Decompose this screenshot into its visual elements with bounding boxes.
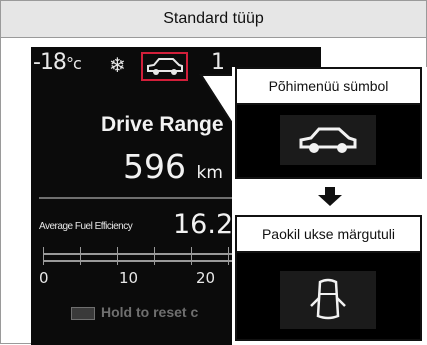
car-icon bbox=[299, 127, 357, 153]
scale-tick bbox=[80, 247, 81, 265]
range-unit: km bbox=[196, 163, 223, 183]
snowflake-icon: ❄ bbox=[109, 55, 126, 77]
scale-tick bbox=[43, 247, 44, 265]
door-warning-box: Paokil ukse märgutuli bbox=[235, 215, 422, 341]
scale-tick bbox=[191, 247, 192, 265]
main-menu-icon-area bbox=[280, 115, 376, 165]
door-warning-icon-area bbox=[280, 271, 376, 329]
hold-reset-hint: Hold to reset c bbox=[71, 304, 198, 320]
drive-range-value: 596 km bbox=[123, 147, 223, 186]
main-menu-symbol-box: Põhimenüü sümbol bbox=[235, 67, 422, 179]
temperature-unit: °c bbox=[65, 54, 82, 73]
range-number: 596 bbox=[123, 147, 186, 186]
scale-label: 20 bbox=[196, 269, 216, 287]
drive-range-label: Drive Range bbox=[101, 113, 224, 136]
hold-text: Hold to reset c bbox=[101, 304, 199, 320]
scale-tick bbox=[228, 247, 229, 265]
header-title: Standard tüüp bbox=[1, 1, 426, 38]
scale-tick bbox=[117, 247, 118, 265]
car-icon bbox=[147, 58, 183, 75]
main-menu-car-icon-highlight bbox=[141, 52, 188, 81]
door-warning-title: Paokil ukse märgutuli bbox=[237, 217, 420, 253]
temperature-value: -18 bbox=[33, 50, 67, 75]
outside-temperature: -18°c bbox=[33, 50, 82, 75]
scale-label: 10 bbox=[119, 269, 139, 287]
callout-panel: Põhimenüü sümbol Paokil ukse märgutuli bbox=[232, 67, 427, 345]
diagram-frame: Standard tüüp -18°c ❄ 1 Drive Range 596 … bbox=[0, 0, 427, 345]
top-number: 1 bbox=[211, 50, 225, 75]
fuel-efficiency-value: 16.2 bbox=[173, 209, 234, 240]
door-open-icon bbox=[310, 278, 346, 320]
arrow-down-icon bbox=[318, 187, 342, 206]
scale-label: 0 bbox=[39, 269, 49, 287]
main-menu-symbol-title: Põhimenüü sümbol bbox=[237, 69, 420, 105]
fuel-efficiency-label: Average Fuel Efficiency bbox=[39, 221, 133, 232]
button-icon bbox=[71, 306, 95, 320]
scale-tick bbox=[154, 247, 155, 265]
